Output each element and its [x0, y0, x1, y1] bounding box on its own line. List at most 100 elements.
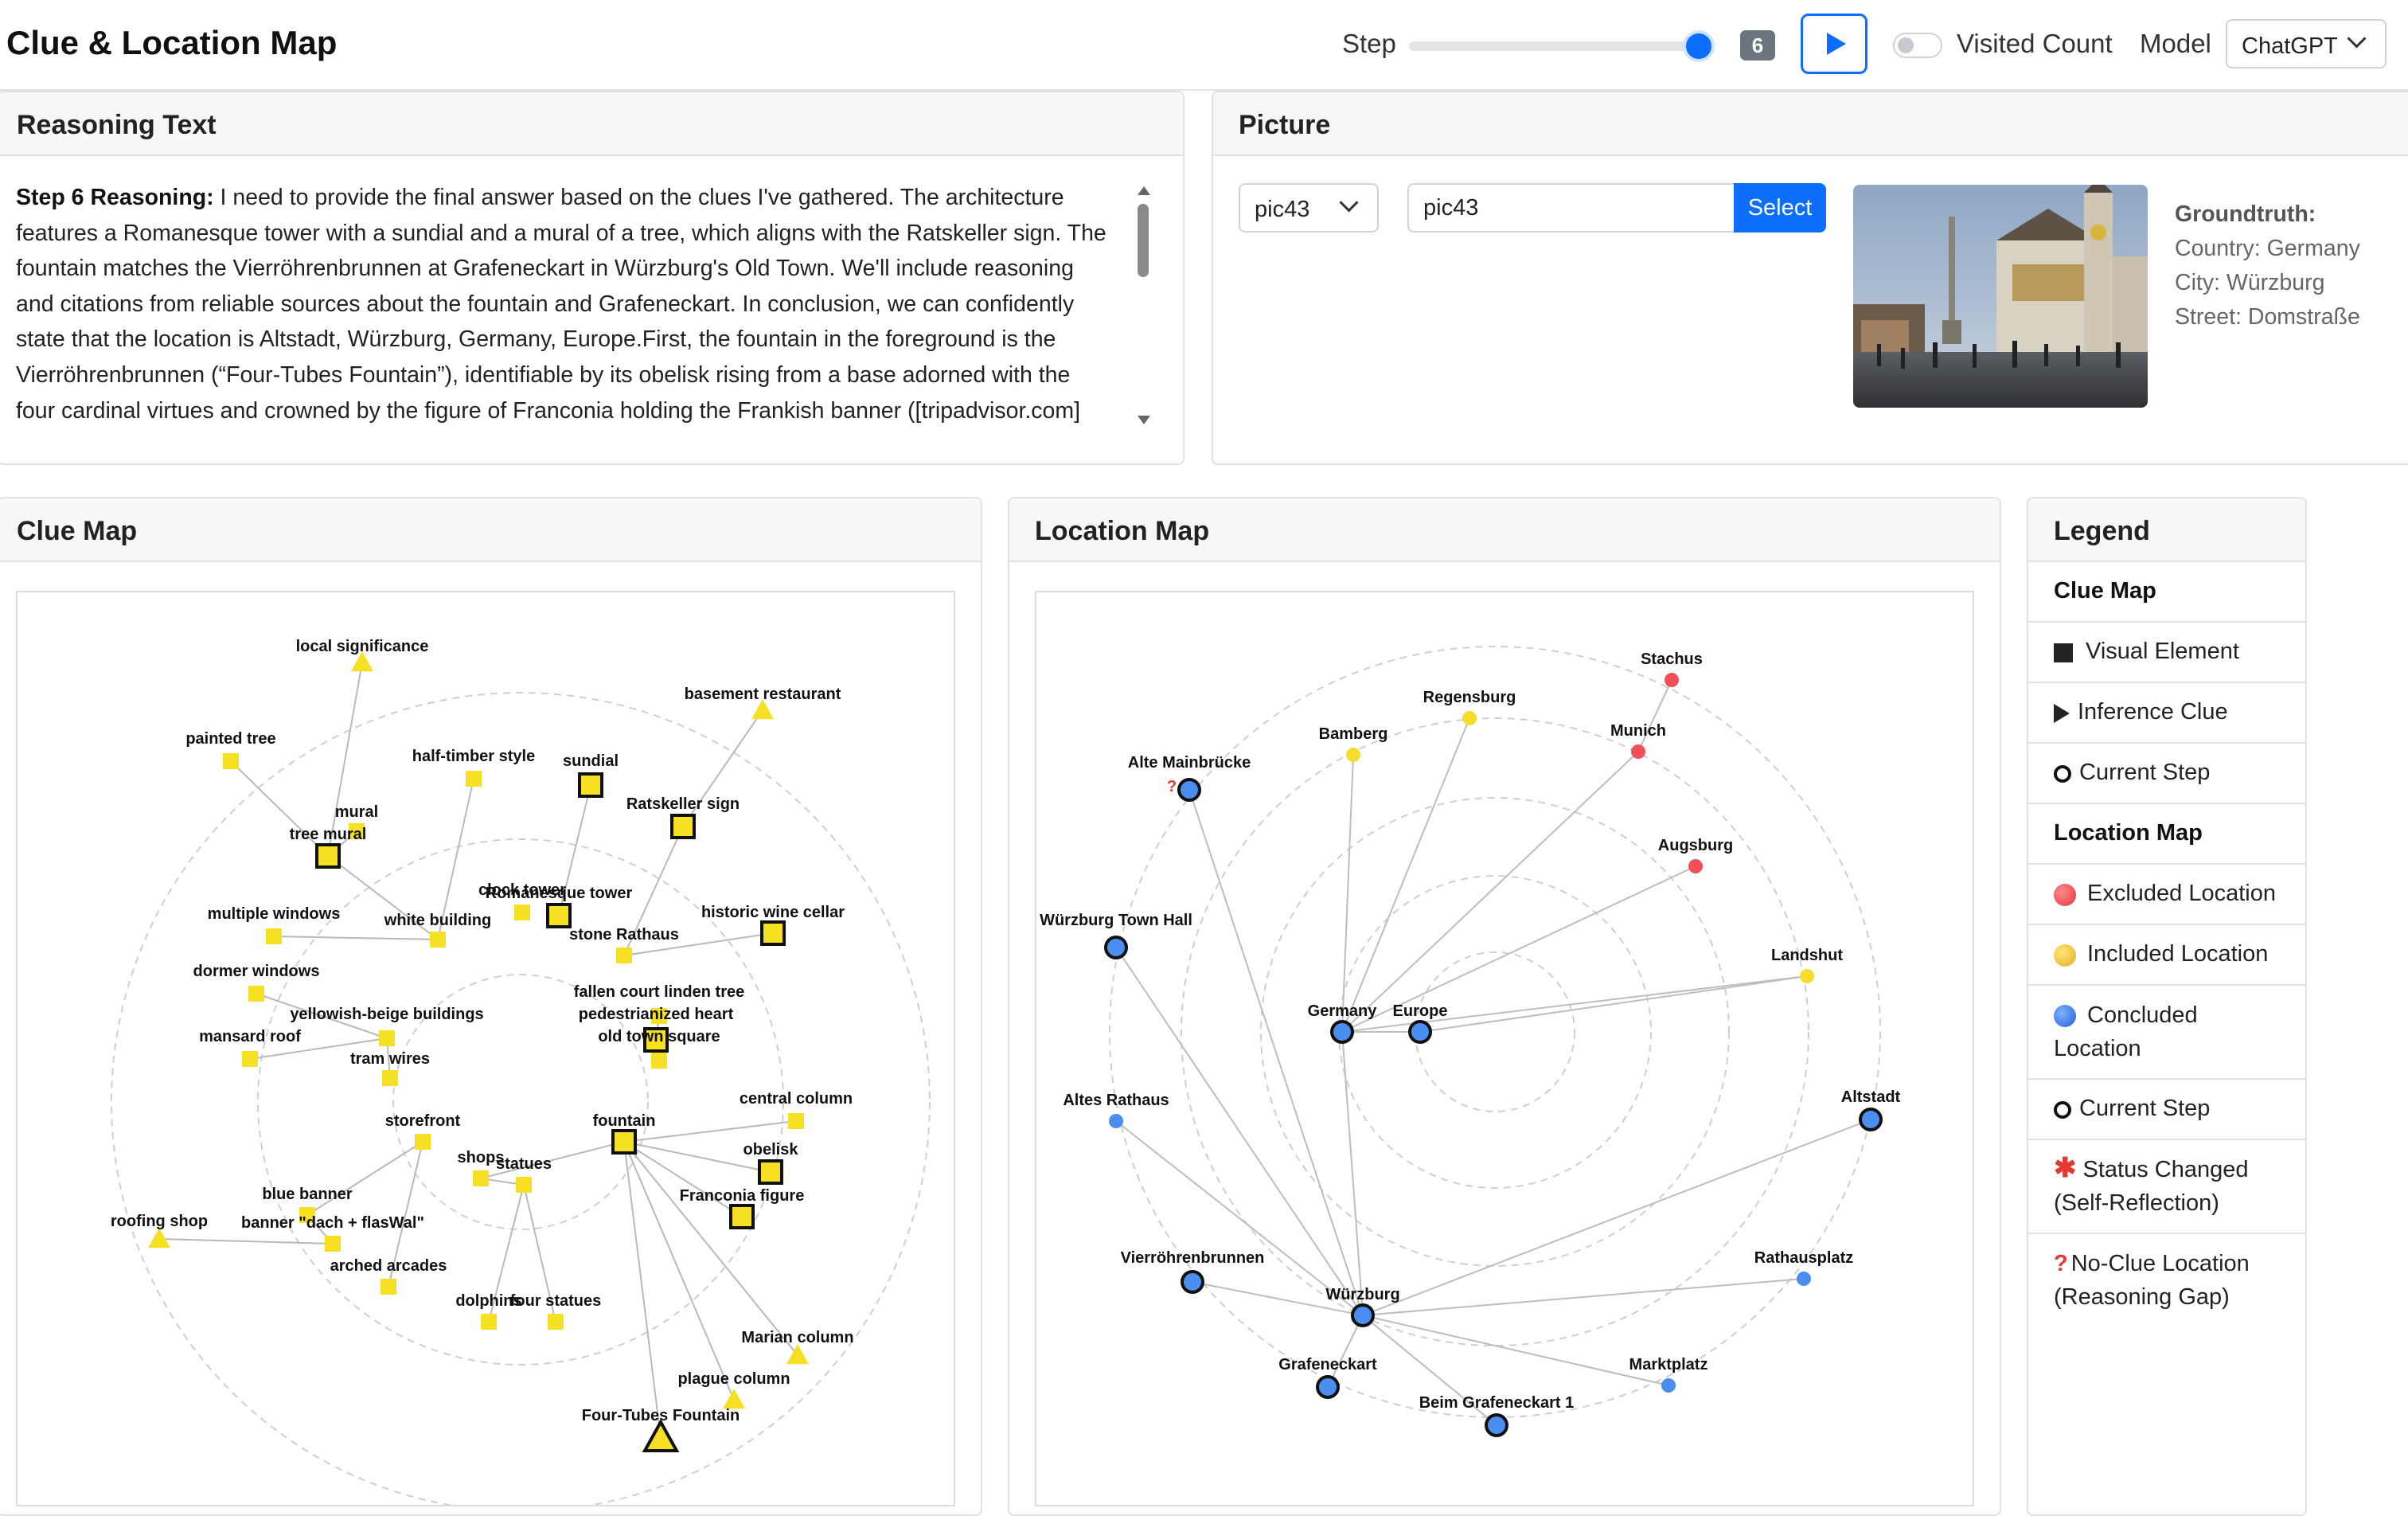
clue-node-franconia-figure[interactable]: [729, 1204, 755, 1229]
clue-node-storefront[interactable]: [415, 1134, 431, 1150]
location-node-label: Vierröhrenbrunnen: [1121, 1249, 1265, 1267]
picture-panel-title: Picture: [1213, 92, 2408, 156]
reasoning-text[interactable]: Step 6 Reasoning: I need to provide the …: [16, 180, 1127, 428]
clue-node-stone-rathaus[interactable]: [616, 947, 632, 963]
clue-node-plague-column[interactable]: [723, 1389, 745, 1409]
clue-node-label: arched arcades: [330, 1257, 447, 1275]
clue-node-label: fountain: [593, 1112, 656, 1130]
clue-node-obelisk[interactable]: [758, 1159, 783, 1185]
clue-map-graph[interactable]: local significance basement restaurant pai…: [18, 592, 955, 1506]
clue-node-arched-arcades[interactable]: [381, 1279, 396, 1295]
clue-map-panel: Clue Map local significance basement rest…: [0, 497, 982, 1516]
location-node-alte-mainbr-cke[interactable]: [1177, 778, 1201, 802]
clue-node-marian-column[interactable]: [786, 1344, 809, 1365]
location-node-vierr-hrenbrunnen[interactable]: [1181, 1270, 1204, 1294]
location-node-beim-grafeneckart-1[interactable]: [1485, 1413, 1508, 1437]
clue-node-four-statues[interactable]: [548, 1314, 564, 1330]
no-clue-marker-icon: ?: [1167, 778, 1177, 795]
clue-node-banner-dach-flaswal[interactable]: [325, 1236, 341, 1252]
location-map-graph[interactable]: Stachus Regensburg Bamberg Munich Alte Mainb…: [1036, 592, 1974, 1506]
clue-edge: [158, 1238, 334, 1244]
play-button[interactable]: [1801, 14, 1867, 74]
location-node-w-rzburg[interactable]: [1351, 1303, 1375, 1327]
clue-node-mansard-roof[interactable]: [242, 1051, 258, 1067]
clue-node-sundial[interactable]: [578, 772, 603, 798]
location-node-europe[interactable]: [1408, 1020, 1432, 1044]
clue-node-historic-wine-cellar[interactable]: [760, 920, 786, 946]
reasoning-line: and citations from reliable sources abou…: [16, 291, 1075, 317]
clue-node-central-column[interactable]: [788, 1113, 804, 1129]
select-button[interactable]: Select: [1734, 183, 1826, 232]
clue-node-yellowish-beige-buildings[interactable]: [379, 1030, 395, 1046]
clue-node-painted-tree[interactable]: [223, 753, 239, 769]
yellow-dot-icon: [2054, 944, 2076, 967]
location-node-altstadt[interactable]: [1859, 1108, 1883, 1131]
scroll-down-arrow-icon[interactable]: [1138, 416, 1150, 424]
clue-node-label: plague column: [677, 1370, 790, 1388]
reasoning-panel-title: Reasoning Text: [0, 92, 1183, 156]
clue-node-tram-wires[interactable]: [382, 1070, 398, 1086]
scroll-thumb[interactable]: [1138, 204, 1149, 277]
picture-select[interactable]: pic43: [1239, 183, 1379, 232]
location-edge: [1327, 1315, 1364, 1388]
clue-node-label: Four-Tubes Fountain: [582, 1407, 740, 1424]
groundtruth-country: Country: Germany: [2175, 236, 2360, 261]
legend-label: Current Step: [2079, 1096, 2211, 1121]
location-node-label: Alte Mainbrücke: [1128, 754, 1251, 772]
location-node-rathausplatz[interactable]: [1797, 1272, 1811, 1286]
location-node-landshut[interactable]: [1800, 969, 1814, 983]
clue-node-tree-mural[interactable]: [315, 843, 341, 869]
clue-node-label: tram wires: [350, 1050, 430, 1068]
clue-node-ratskeller-sign[interactable]: [670, 814, 696, 839]
location-map-canvas[interactable]: Stachus Regensburg Bamberg Munich Alte Mainb…: [1035, 591, 1974, 1506]
clue-node-four-tubes-fountain[interactable]: [642, 1418, 680, 1452]
reasoning-scrollbar[interactable]: [1135, 186, 1151, 425]
step-slider-thumb[interactable]: [1683, 30, 1715, 62]
clue-node-clock-tower[interactable]: [514, 905, 530, 920]
clue-map-canvas[interactable]: local significance basement restaurant pai…: [16, 591, 955, 1506]
location-node-augsburg[interactable]: [1688, 859, 1703, 873]
clue-node-half-timber-style[interactable]: [466, 771, 482, 787]
clue-node-label: local significance: [296, 638, 429, 655]
clue-node-white-building[interactable]: [430, 932, 446, 947]
location-node-bamberg[interactable]: [1346, 748, 1360, 762]
legend-current-step-location: Current Step: [2028, 1080, 2305, 1140]
clue-node-dormer-windows[interactable]: [248, 986, 264, 1002]
clue-node-label: old town square: [598, 1028, 720, 1045]
legend-label-line: Location: [2054, 1036, 2141, 1061]
clue-node-label: stone Rathaus: [569, 926, 679, 944]
legend-no-clue: ? No-Clue Location (Reasoning Gap): [2028, 1234, 2305, 1328]
location-node-label: Marktplatz: [1629, 1356, 1708, 1373]
reasoning-step-heading: Step 6 Reasoning:: [16, 185, 214, 210]
model-select[interactable]: ChatGPT: [2226, 19, 2387, 68]
location-edge: [1341, 751, 1639, 1033]
clue-node-multiple-windows[interactable]: [266, 928, 282, 944]
visited-count-toggle[interactable]: [1893, 33, 1942, 58]
location-node-grafeneckart[interactable]: [1316, 1375, 1340, 1399]
picture-select-value: pic43: [1255, 197, 1310, 222]
clue-node-statues[interactable]: [516, 1177, 532, 1193]
location-node-w-rzburg-town-hall[interactable]: [1104, 936, 1128, 959]
location-node-marktplatz[interactable]: [1661, 1378, 1676, 1393]
clue-node-label: half-timber style: [412, 748, 535, 765]
clue-node-shops[interactable]: [473, 1170, 489, 1186]
location-map-title: Location Map: [1009, 498, 2000, 562]
location-node-altes-rathaus[interactable]: [1109, 1114, 1123, 1128]
clue-node-old-town-square[interactable]: [651, 1053, 667, 1069]
clue-node-roofing-shop[interactable]: [148, 1228, 170, 1248]
location-node-label: Bamberg: [1319, 725, 1388, 743]
location-node-germany[interactable]: [1330, 1020, 1354, 1044]
location-node-stachus[interactable]: [1665, 673, 1679, 687]
legend-label-line: (Reasoning Gap): [2054, 1284, 2230, 1310]
scroll-up-arrow-icon[interactable]: [1138, 186, 1150, 195]
step-slider[interactable]: [1409, 41, 1711, 51]
location-node-regensburg[interactable]: [1462, 711, 1477, 725]
clue-node-fountain[interactable]: [611, 1129, 637, 1155]
clue-node-dolphins[interactable]: [481, 1314, 497, 1330]
orbit-ring: [1415, 951, 1575, 1112]
clue-node-romanesque-tower[interactable]: [546, 903, 572, 928]
legend-current-step: Current Step: [2028, 744, 2305, 804]
location-node-munich[interactable]: [1631, 744, 1645, 759]
legend-inference-clue: Inference Clue: [2028, 683, 2305, 744]
picture-id-input[interactable]: [1407, 183, 1735, 232]
